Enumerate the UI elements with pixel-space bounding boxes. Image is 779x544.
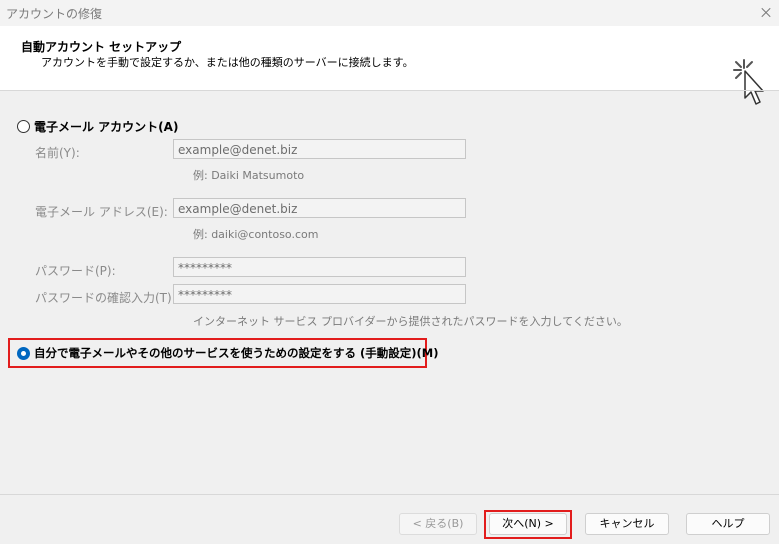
click-cursor-icon — [733, 59, 764, 105]
manual-setup-radio[interactable] — [17, 347, 30, 360]
email-address-field[interactable]: example@denet.biz — [173, 198, 466, 218]
password-field[interactable]: ********* — [173, 257, 466, 277]
name-field[interactable]: example@denet.biz — [173, 139, 466, 159]
name-hint: 例: Daiki Matsumoto — [193, 169, 305, 182]
title-bar: アカウントの修復 — [0, 0, 779, 26]
email-account-radio[interactable] — [17, 120, 30, 133]
email-address-label: 電子メール アドレス(E): — [35, 205, 168, 219]
email-account-label[interactable]: 電子メール アカウント(A) — [34, 118, 178, 135]
footer-divider — [0, 494, 779, 495]
cancel-button[interactable]: キャンセル — [585, 513, 669, 535]
password-hint: インターネット サービス プロバイダーから提供されたパスワードを入力してください… — [193, 315, 628, 328]
password-confirm-field[interactable]: ********* — [173, 284, 466, 304]
header-divider — [0, 90, 779, 91]
password-label: パスワード(P): — [35, 264, 116, 278]
header-description: アカウントを手動で設定するか、または他の種類のサーバーに接続します。 — [41, 56, 414, 69]
close-icon[interactable] — [753, 0, 779, 26]
header-panel: 自動アカウント セットアップ アカウントを手動で設定するか、または他の種類のサー… — [0, 26, 779, 105]
back-button[interactable]: < 戻る(B) — [399, 513, 477, 535]
name-label: 名前(Y): — [35, 146, 80, 160]
manual-setup-label[interactable]: 自分で電子メールやその他のサービスを使うための設定をする (手動設定)(M) — [34, 345, 438, 361]
email-address-hint: 例: daiki@contoso.com — [193, 228, 319, 241]
header-title: 自動アカウント セットアップ — [21, 40, 182, 54]
help-button[interactable]: ヘルプ — [686, 513, 770, 535]
password-confirm-label: パスワードの確認入力(T): — [35, 291, 176, 305]
window-title: アカウントの修復 — [6, 7, 103, 21]
next-button[interactable]: 次へ(N) > — [489, 513, 567, 535]
